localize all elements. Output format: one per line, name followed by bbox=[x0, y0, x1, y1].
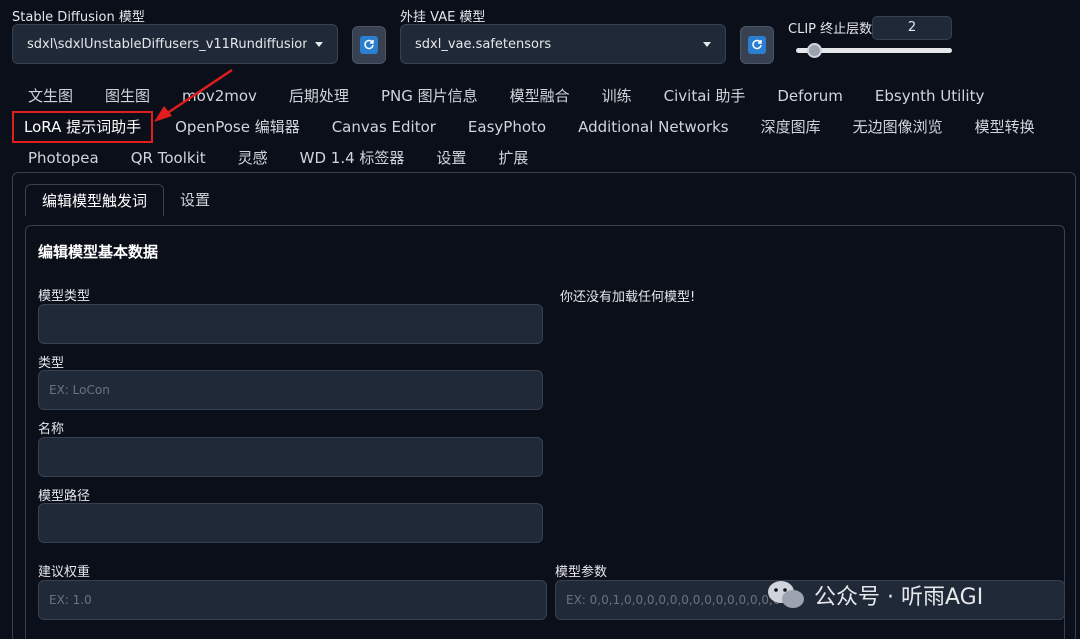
wechat-icon bbox=[768, 581, 804, 608]
model-path-input[interactable] bbox=[38, 503, 543, 543]
tab-settings[interactable]: 设置 bbox=[420, 144, 482, 172]
vae-label: 外挂 VAE 模型 bbox=[400, 10, 486, 25]
tab-wd-tagger[interactable]: WD 1.4 标签器 bbox=[284, 144, 421, 172]
tab-additional-networks[interactable]: Additional Networks bbox=[562, 113, 745, 141]
model-params-label: 模型参数 bbox=[555, 565, 608, 580]
tab-lora-prompt-helper[interactable]: LoRA 提示词助手 bbox=[12, 111, 154, 143]
tab-deforum[interactable]: Deforum bbox=[761, 82, 859, 110]
tab-extensions[interactable]: 扩展 bbox=[482, 144, 544, 172]
model-path-label: 模型路径 bbox=[38, 489, 91, 504]
tab-txt2img[interactable]: 文生图 bbox=[12, 82, 89, 110]
edit-model-form bbox=[25, 225, 1065, 639]
weight-input[interactable]: EX: 1.0 bbox=[38, 580, 547, 620]
subtab-edit-triggers[interactable]: 编辑模型触发词 bbox=[25, 184, 165, 216]
clip-number-input[interactable]: 2 bbox=[872, 16, 952, 40]
tab-photopea[interactable]: Photopea bbox=[12, 144, 115, 172]
chevron-down-icon bbox=[703, 41, 711, 47]
sd-model-dropdown[interactable]: sdxl\sdxlUnstableDiffusers_v11Rundiffusi… bbox=[12, 24, 338, 64]
watermark-text: 公众号 · 听雨AGI bbox=[814, 585, 984, 610]
sd-model-value: sdxl\sdxlUnstableDiffusers_v11Rundiffusi… bbox=[27, 36, 307, 52]
tab-easyphoto[interactable]: EasyPhoto bbox=[452, 113, 562, 141]
chevron-down-icon bbox=[315, 41, 323, 47]
vae-value: sdxl_vae.safetensors bbox=[415, 36, 552, 52]
tab-inspiration[interactable]: 灵感 bbox=[222, 144, 284, 172]
subtab-settings[interactable]: 设置 bbox=[164, 184, 226, 216]
tab-png-info[interactable]: PNG 图片信息 bbox=[365, 82, 494, 110]
type-input[interactable]: EX: LoCon bbox=[38, 370, 543, 410]
clip-slider-thumb[interactable] bbox=[807, 43, 823, 58]
tab-model-convert[interactable]: 模型转换 bbox=[959, 113, 1051, 141]
watermark: 公众号 · 听雨AGI bbox=[766, 578, 983, 612]
weight-label: 建议权重 bbox=[38, 565, 91, 580]
refresh-icon bbox=[360, 36, 378, 54]
no-model-message: 你还没有加载任何模型! bbox=[560, 290, 696, 305]
form-heading: 编辑模型基本数据 bbox=[38, 243, 159, 261]
tab-qr-toolkit[interactable]: QR Toolkit bbox=[115, 144, 222, 172]
vae-dropdown[interactable]: sdxl_vae.safetensors bbox=[400, 24, 726, 64]
tab-canvas-editor[interactable]: Canvas Editor bbox=[316, 113, 452, 141]
model-type-field[interactable] bbox=[38, 304, 543, 344]
subtab-bar: 编辑模型触发词 设置 bbox=[25, 184, 226, 216]
tab-merge[interactable]: 模型融合 bbox=[494, 82, 586, 110]
name-input[interactable] bbox=[38, 437, 543, 477]
refresh-vae-button[interactable] bbox=[740, 26, 774, 64]
refresh-sd-model-button[interactable] bbox=[352, 26, 386, 64]
refresh-icon bbox=[748, 36, 766, 54]
tab-row-3: Photopea QR Toolkit 灵感 WD 1.4 标签器 设置 扩展 bbox=[12, 144, 544, 172]
annotation-arrow-icon bbox=[154, 68, 233, 122]
tab-ebsynth[interactable]: Ebsynth Utility bbox=[859, 82, 1000, 110]
tab-civitai[interactable]: Civitai 助手 bbox=[648, 82, 762, 110]
tab-depth-library[interactable]: 深度图库 bbox=[745, 113, 837, 141]
tab-image-browser[interactable]: 无边图像浏览 bbox=[837, 113, 959, 141]
clip-label: CLIP 终止层数 bbox=[788, 22, 873, 37]
model-type-label: 模型类型 bbox=[38, 289, 91, 304]
tab-train[interactable]: 训练 bbox=[586, 82, 648, 110]
sd-model-label: Stable Diffusion 模型 bbox=[12, 10, 145, 25]
name-label: 名称 bbox=[38, 422, 65, 437]
tab-extras[interactable]: 后期处理 bbox=[273, 82, 365, 110]
type-label: 类型 bbox=[38, 356, 65, 371]
